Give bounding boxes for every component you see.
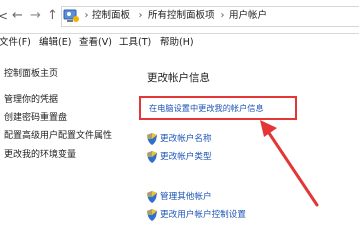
change-account-type-link[interactable]: 更改帐户类型 (160, 150, 212, 164)
menu-tools[interactable]: 工具(T) (119, 36, 151, 50)
shield-icon (147, 191, 157, 203)
shield-icon (147, 209, 157, 221)
breadcrumb-separator[interactable]: › (82, 8, 91, 24)
up-icon[interactable]: ↑ (47, 9, 61, 23)
menu-file[interactable]: 文件(F) (0, 36, 31, 50)
manage-other-accounts-link[interactable]: 管理其他帐户 (160, 190, 212, 204)
control-panel-home-link[interactable]: 控制面板主页 (4, 67, 58, 81)
breadcrumb-all-items[interactable]: 所有控制面板项 (148, 7, 215, 25)
menu-help[interactable]: 帮助(H) (160, 36, 194, 50)
breadcrumb-separator[interactable]: › (218, 8, 227, 24)
manage-credentials-link[interactable]: 管理你的凭据 (4, 93, 58, 107)
menu-edit[interactable]: 编辑(E) (39, 36, 71, 50)
menu-view[interactable]: 查看(V) (79, 36, 112, 50)
change-account-name-link[interactable]: 更改帐户名称 (160, 132, 212, 146)
breadcrumb-separator[interactable]: › (136, 8, 145, 24)
create-reset-disk-link[interactable]: 创建密码重置盘 (4, 111, 67, 125)
pc-settings-account-link[interactable]: 在电脑设置中更改我的帐户信息 (149, 102, 264, 114)
shield-icon (147, 133, 157, 145)
breadcrumb-user-accounts[interactable]: 用户帐户 (229, 7, 267, 25)
shield-icon (147, 151, 157, 163)
forward-icon[interactable]: → (30, 9, 44, 23)
uac-settings-link[interactable]: 更改用户帐户控制设置 (160, 208, 246, 222)
control-panel-icon (63, 9, 79, 22)
advanced-profile-properties-link[interactable]: 配置高级用户配置文件属性 (4, 129, 112, 143)
breadcrumb-control-panel[interactable]: 控制面板 (92, 7, 130, 25)
partial-nav-glyph: < (0, 9, 9, 23)
back-icon[interactable]: ← (12, 9, 26, 23)
section-title: 更改帐户信息 (147, 72, 210, 84)
environment-variables-link[interactable]: 更改我的环境变量 (4, 148, 76, 162)
